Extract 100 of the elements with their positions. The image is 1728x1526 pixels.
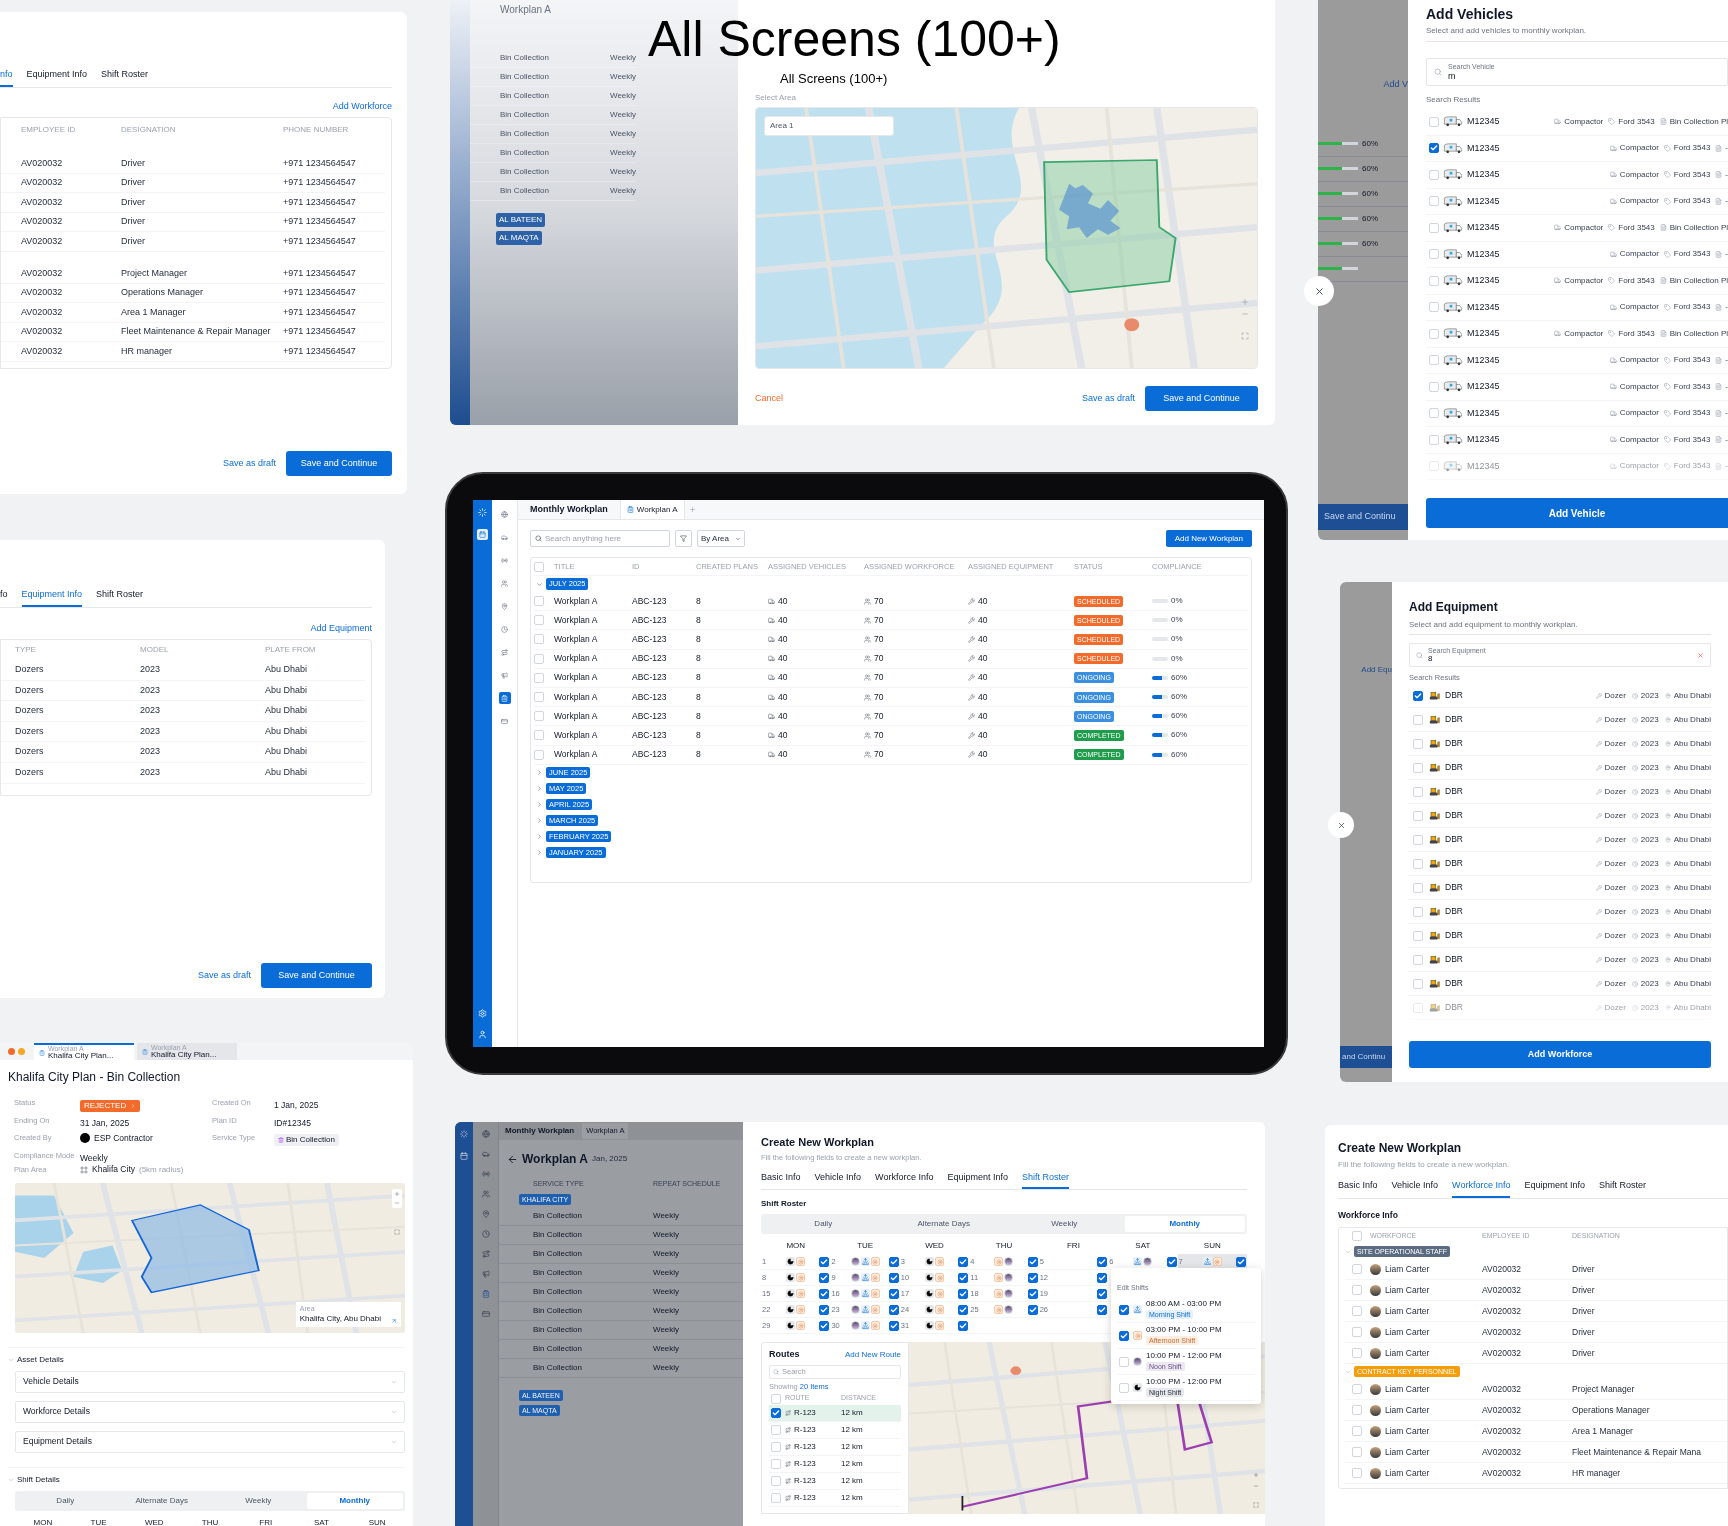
- open-icon[interactable]: [391, 1317, 397, 1324]
- users-icon[interactable]: [481, 1190, 490, 1198]
- checkbox[interactable]: [1097, 1288, 1108, 1299]
- checkbox[interactable]: [1236, 1256, 1246, 1267]
- segment[interactable]: Monthly: [1124, 1216, 1245, 1233]
- segment[interactable]: Alternate Days: [113, 1492, 210, 1509]
- chevron-icon[interactable]: [536, 769, 543, 777]
- accordion[interactable]: Workforce Details: [15, 1400, 405, 1423]
- tab[interactable]: Shift Roster: [101, 68, 149, 87]
- user-icon[interactable]: [478, 1030, 487, 1039]
- save-and-continue-button[interactable]: Save and Continue: [1145, 385, 1258, 411]
- tab[interactable]: Equipment Info: [1524, 1179, 1585, 1198]
- checkbox[interactable]: [1097, 1304, 1108, 1315]
- chevron-icon[interactable]: [536, 801, 543, 809]
- search-field[interactable]: Search anything here: [530, 530, 670, 547]
- add-workforce-link[interactable]: Add Workforce: [332, 99, 392, 113]
- megaphone-icon[interactable]: [481, 1270, 490, 1278]
- tab[interactable]: fo: [0, 588, 8, 607]
- status-badge[interactable]: REJECTED: [80, 1100, 141, 1112]
- checkbox[interactable]: [1027, 1256, 1038, 1267]
- checkbox[interactable]: [771, 1408, 781, 1418]
- fullscreen-icon[interactable]: [394, 1228, 400, 1235]
- globe-icon[interactable]: [481, 1130, 490, 1138]
- checkbox[interactable]: [888, 1304, 899, 1315]
- checkbox[interactable]: [819, 1272, 830, 1283]
- tab[interactable]: Shift Roster: [1599, 1179, 1646, 1198]
- checkbox[interactable]: [1429, 143, 1439, 154]
- add-workforce-button[interactable]: Add Workforce: [1409, 1041, 1711, 1068]
- clock-icon[interactable]: [498, 623, 511, 635]
- tab[interactable]: Vehicle Info: [814, 1170, 862, 1190]
- clock-icon[interactable]: [481, 1230, 490, 1238]
- checkbox[interactable]: [888, 1320, 899, 1331]
- add-link[interactable]: Add Equ: [1361, 664, 1392, 676]
- segment[interactable]: Alternate Days: [883, 1216, 1004, 1233]
- checkbox[interactable]: [819, 1288, 830, 1299]
- chevron-icon[interactable]: [8, 1356, 14, 1363]
- clear-icon[interactable]: [1697, 651, 1704, 659]
- checkbox[interactable]: [958, 1256, 969, 1267]
- route-icon[interactable]: [481, 1250, 490, 1258]
- add-tab-icon[interactable]: [688, 506, 696, 513]
- car-icon[interactable]: [481, 1150, 490, 1158]
- checkbox[interactable]: [1119, 1330, 1129, 1341]
- save-and-continue-button[interactable]: and Continu: [1340, 1046, 1392, 1068]
- segment[interactable]: Daily: [17, 1492, 114, 1509]
- calendar-icon[interactable]: [460, 1152, 468, 1160]
- tab[interactable]: Monthly Workplan: [518, 500, 621, 519]
- add-link[interactable]: Add V: [1383, 78, 1408, 92]
- checkbox[interactable]: [819, 1320, 830, 1331]
- tab[interactable]: Workplan A: [620, 500, 685, 519]
- cancel-link[interactable]: Cancel: [755, 391, 783, 405]
- chevron-icon[interactable]: [1345, 1248, 1351, 1255]
- tab[interactable]: Workforce Info: [875, 1170, 934, 1190]
- fullscreen-icon[interactable]: [1241, 332, 1249, 340]
- chevron-icon[interactable]: [536, 817, 543, 825]
- card-icon[interactable]: [481, 1310, 490, 1318]
- tab[interactable]: Shift Roster: [96, 588, 144, 607]
- back-icon[interactable]: [507, 1153, 518, 1165]
- zoom-in-icon[interactable]: [394, 1190, 400, 1197]
- chevron-icon[interactable]: [1345, 1368, 1351, 1375]
- chevron-icon[interactable]: [536, 849, 543, 857]
- zoom-out-icon[interactable]: [1253, 1483, 1259, 1490]
- route-icon[interactable]: [498, 646, 511, 658]
- accordion[interactable]: Equipment Details: [15, 1430, 405, 1453]
- tab[interactable]: Shift Roster: [1022, 1170, 1069, 1190]
- checkbox[interactable]: [819, 1256, 830, 1267]
- chevron-icon[interactable]: [536, 833, 543, 841]
- filter-button[interactable]: [675, 530, 692, 547]
- tab[interactable]: Monthly Workplan: [505, 1125, 575, 1137]
- tab[interactable]: Equipment Info: [21, 588, 83, 607]
- area-select[interactable]: Area 1: [764, 116, 894, 136]
- save-as-draft-link[interactable]: Save as draft: [222, 456, 276, 470]
- zoom-out-icon[interactable]: [1241, 310, 1249, 318]
- accordion[interactable]: Vehicle Details: [15, 1370, 405, 1393]
- save-and-continue-button[interactable]: Save and Continue: [286, 450, 392, 476]
- save-as-draft-link[interactable]: Save as draft: [197, 968, 251, 982]
- signal-icon[interactable]: [481, 1170, 490, 1178]
- fullscreen-icon[interactable]: [1253, 1502, 1259, 1509]
- segment[interactable]: Monthly: [306, 1492, 403, 1509]
- tab[interactable]: nfo: [0, 68, 13, 87]
- users-icon[interactable]: [498, 577, 511, 589]
- chevron-icon[interactable]: [536, 580, 543, 588]
- area-dropdown[interactable]: By Area: [697, 530, 745, 547]
- add-vehicle-button[interactable]: Add Vehicle: [1426, 498, 1728, 528]
- calendar-button[interactable]: [477, 529, 488, 540]
- clipboard-icon[interactable]: [498, 692, 511, 704]
- megaphone-icon[interactable]: [498, 669, 511, 681]
- checkbox[interactable]: [888, 1288, 899, 1299]
- segment[interactable]: Daily: [763, 1216, 884, 1233]
- checkbox[interactable]: [888, 1272, 899, 1283]
- checkbox[interactable]: [819, 1304, 830, 1315]
- segment[interactable]: Weekly: [210, 1492, 307, 1509]
- checkbox[interactable]: [1413, 690, 1423, 701]
- tab[interactable]: Vehicle Info: [1391, 1179, 1439, 1198]
- checkbox[interactable]: [1097, 1272, 1108, 1283]
- checkbox[interactable]: [1027, 1288, 1038, 1299]
- checkbox[interactable]: [1097, 1256, 1108, 1267]
- settings-icon[interactable]: [478, 1009, 487, 1018]
- add-new-workplan-button[interactable]: Add New Workplan: [1165, 530, 1252, 547]
- segment[interactable]: Weekly: [1004, 1216, 1125, 1233]
- tab[interactable]: Equipment Info: [947, 1170, 1008, 1190]
